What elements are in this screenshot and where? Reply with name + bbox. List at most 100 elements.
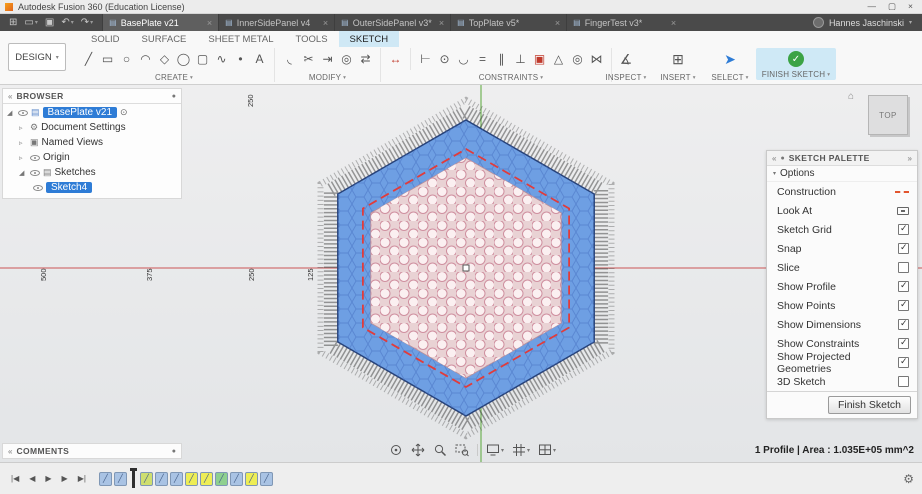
panel-options-icon[interactable]: ● xyxy=(172,448,176,455)
close-tab-icon[interactable]: × xyxy=(555,18,560,28)
trim-tool-icon[interactable]: ✂ xyxy=(299,48,318,70)
grid-and-snaps-icon[interactable]: ▾ xyxy=(509,442,533,458)
option-show-dimensions[interactable]: Show Dimensions xyxy=(767,315,917,334)
tab-sketch[interactable]: SKETCH xyxy=(338,31,400,47)
finish-sketch-palette-button[interactable]: Finish Sketch xyxy=(827,396,911,414)
collapse-panel-icon[interactable]: « xyxy=(772,154,776,163)
construction-line-icon[interactable] xyxy=(895,190,909,193)
tab-solid[interactable]: SOLID xyxy=(80,31,131,47)
timeline-feature[interactable] xyxy=(199,471,213,486)
viewport-canvas[interactable]: 500 375 250 125 250 « BROWSER ● ◢ ▤ Base… xyxy=(0,85,922,462)
insert-icon[interactable]: ⊞ xyxy=(672,48,684,70)
visibility-eye-icon[interactable] xyxy=(30,153,40,163)
document-tab-innersidepanel[interactable]: ▤ InnerSidePanel v4 × xyxy=(218,14,335,31)
zoom-icon[interactable] xyxy=(430,442,450,458)
sketch-grid-checkbox[interactable] xyxy=(898,223,909,235)
browser-item-named-views[interactable]: ▹ ▣ Named Views xyxy=(3,135,181,150)
document-tab-fingertest[interactable]: ▤ FingerTest v3* × xyxy=(566,14,683,31)
concentric-constraint-icon[interactable]: ◎ xyxy=(568,48,587,70)
perpendicular-constraint-icon[interactable]: ⊥ xyxy=(511,48,530,70)
view-cube-face-top[interactable]: TOP xyxy=(868,95,908,135)
timeline-go-to-start-button[interactable]: |◀ xyxy=(8,472,22,485)
options-section-header[interactable]: ▾ Options xyxy=(767,166,917,182)
dimension-label[interactable]: 250 xyxy=(247,268,256,281)
option-show-projected-geometries[interactable]: Show Projected Geometries xyxy=(767,351,917,375)
redo-icon[interactable]: ↷ ▾ xyxy=(81,17,93,28)
line-tool-icon[interactable]: ╱ xyxy=(79,48,98,70)
timeline-feature[interactable] xyxy=(113,471,127,486)
option-look-at[interactable]: Look At xyxy=(767,201,917,220)
origin-point[interactable] xyxy=(462,264,470,272)
create-dropdown[interactable]: CREATE ▾ xyxy=(155,73,193,82)
show-profile-checkbox[interactable] xyxy=(898,280,909,292)
visibility-eye-icon[interactable] xyxy=(33,183,43,193)
coincident-constraint-icon[interactable]: ⊙ xyxy=(435,48,454,70)
expand-panel-icon[interactable]: » xyxy=(908,154,912,163)
spline-tool-icon[interactable]: ∿ xyxy=(212,48,231,70)
visibility-eye-icon[interactable] xyxy=(18,108,28,118)
document-tab-baseplate[interactable]: ▤ BasePlate v21 × xyxy=(102,14,219,31)
option-slice[interactable]: Slice xyxy=(767,258,917,277)
rectangle-tool-icon[interactable]: ▭ xyxy=(98,48,117,70)
pan-icon[interactable] xyxy=(408,442,428,458)
tab-tools[interactable]: TOOLS xyxy=(285,31,339,47)
timeline-feature[interactable] xyxy=(214,471,228,486)
tab-surface[interactable]: SURFACE xyxy=(131,31,198,47)
zoom-window-icon[interactable] xyxy=(452,442,472,458)
browser-item-sketch4[interactable]: Sketch4 xyxy=(3,180,181,195)
timeline-feature[interactable] xyxy=(259,471,273,486)
timeline-go-to-end-button[interactable]: ▶| xyxy=(75,472,89,485)
option-show-points[interactable]: Show Points xyxy=(767,296,917,315)
document-tab-topplate[interactable]: ▤ TopPlate v5* × xyxy=(450,14,567,31)
browser-item-origin[interactable]: ▹ Origin xyxy=(3,150,181,165)
slice-checkbox[interactable] xyxy=(898,262,909,273)
browser-item-sketches[interactable]: ◢ ▤ Sketches xyxy=(3,165,181,180)
timeline-settings-gear-icon[interactable]: ⚙ xyxy=(903,472,914,486)
visibility-eye-icon[interactable] xyxy=(30,168,40,178)
dimension-label[interactable]: 375 xyxy=(145,268,154,281)
midpoint-constraint-icon[interactable]: △ xyxy=(549,48,568,70)
tab-sheet-metal[interactable]: SHEET METAL xyxy=(197,31,284,47)
minimize-button[interactable]: — xyxy=(868,1,877,12)
view-cube[interactable]: ⌂ TOP xyxy=(848,91,910,141)
inspect-icon[interactable]: ∡ xyxy=(620,48,633,70)
insert-dropdown[interactable]: INSERT ▾ xyxy=(660,73,695,82)
root-component-label[interactable]: BasePlate v21 xyxy=(42,107,118,118)
timeline-position-marker[interactable] xyxy=(129,467,137,488)
display-settings-icon[interactable]: ▾ xyxy=(483,442,507,458)
workspace-selector[interactable]: DESIGN ▾ xyxy=(8,43,66,71)
tangent-constraint-icon[interactable]: ◡ xyxy=(454,48,473,70)
equal-constraint-icon[interactable]: = xyxy=(473,48,492,70)
user-menu[interactable]: Hannes Jaschinski ▾ xyxy=(803,14,922,31)
polygon-tool-icon[interactable]: ◇ xyxy=(155,48,174,70)
3d-sketch-checkbox[interactable] xyxy=(898,376,909,387)
option-sketch-grid[interactable]: Sketch Grid xyxy=(767,220,917,239)
modify-dropdown[interactable]: MODIFY ▾ xyxy=(309,73,346,82)
save-icon[interactable]: ▣ xyxy=(45,17,54,28)
arc-tool-icon[interactable]: ◠ xyxy=(136,48,155,70)
parallel-constraint-icon[interactable]: ∥ xyxy=(492,48,511,70)
orbit-icon[interactable] xyxy=(386,442,406,458)
viewports-icon[interactable]: ▾ xyxy=(535,442,559,458)
option-3d-sketch[interactable]: 3D Sketch xyxy=(767,372,917,391)
collapse-panel-icon[interactable]: « xyxy=(8,92,12,101)
select-dropdown[interactable]: SELECT ▾ xyxy=(711,73,748,82)
close-tab-icon[interactable]: × xyxy=(439,18,444,28)
inspect-dropdown[interactable]: INSPECT ▾ xyxy=(605,73,646,82)
close-button[interactable]: × xyxy=(908,1,913,12)
sketch-dimension-icon[interactable]: ↔ xyxy=(386,48,405,70)
option-construction[interactable]: Construction xyxy=(767,182,917,201)
panel-options-icon[interactable]: ● xyxy=(172,93,176,100)
timeline-feature[interactable] xyxy=(169,471,183,486)
text-tool-icon[interactable]: A xyxy=(250,48,269,70)
home-view-icon[interactable]: ⌂ xyxy=(848,91,854,102)
option-snap[interactable]: Snap xyxy=(767,239,917,258)
dimension-label[interactable]: 250 xyxy=(246,94,255,107)
maximize-button[interactable]: ▢ xyxy=(888,1,896,12)
show-points-checkbox[interactable] xyxy=(898,299,909,311)
collapse-panel-icon[interactable]: « xyxy=(8,447,12,456)
file-menu-icon[interactable]: ▭ ▾ xyxy=(24,17,37,28)
timeline-feature[interactable] xyxy=(184,471,198,486)
expander-icon[interactable]: ▹ xyxy=(19,154,27,162)
browser-item-document-settings[interactable]: ▹ ⚙ Document Settings xyxy=(3,120,181,135)
